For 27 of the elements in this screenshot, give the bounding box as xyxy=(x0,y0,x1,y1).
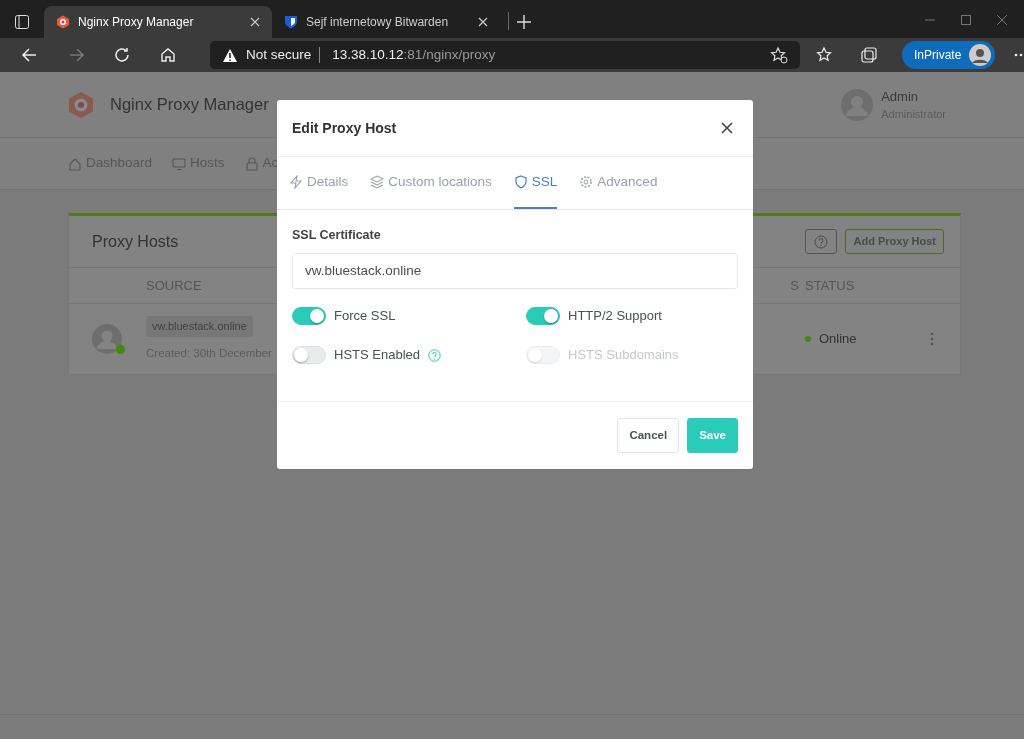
brand-name: Nginx Proxy Manager xyxy=(110,94,269,116)
browser-tab[interactable]: Sejf internetowy Bitwarden xyxy=(272,6,500,38)
tab-title: Sejf internetowy Bitwarden xyxy=(306,14,449,31)
modal-tab[interactable]: Details xyxy=(289,157,349,209)
address-bar[interactable]: Not secure 13.38.10.12:81/nginx/proxy xyxy=(210,41,800,69)
toggle-label: Force SSL xyxy=(334,306,396,325)
security-label: Not secure xyxy=(246,45,312,64)
inprivate-button[interactable]: InPrivate xyxy=(902,41,996,69)
certificate-field[interactable]: vw.bluestack.online xyxy=(292,252,738,289)
user-name: Admin xyxy=(881,87,920,106)
domain-chip: vw.bluestack.online xyxy=(146,316,253,337)
cancel-button[interactable]: Cancel xyxy=(617,418,680,453)
toggle-label: HSTS Enabled xyxy=(334,346,420,365)
url-text: 13.38.10.12:81/nginx/proxy xyxy=(332,45,496,64)
tab-title: Nginx Proxy Manager xyxy=(78,14,194,31)
browser-tab[interactable]: Nginx Proxy Manager xyxy=(44,6,272,38)
save-button[interactable]: Save xyxy=(687,418,738,453)
field-label: SSL Certificate xyxy=(292,227,382,244)
card-title: Proxy Hosts xyxy=(92,231,179,252)
toggle-label: HSTS Subdomains xyxy=(568,346,679,365)
add-proxy-host-button[interactable]: Add Proxy Host xyxy=(845,229,944,254)
modal-title: Edit Proxy Host xyxy=(292,118,397,138)
toggle-label: HTTP/2 Support xyxy=(568,306,662,325)
modal-tab[interactable]: SSL xyxy=(513,157,558,209)
modal-tab[interactable]: Custom locations xyxy=(370,157,492,209)
modal-tab[interactable]: Advanced xyxy=(579,157,658,209)
status-text: Online xyxy=(819,330,857,349)
